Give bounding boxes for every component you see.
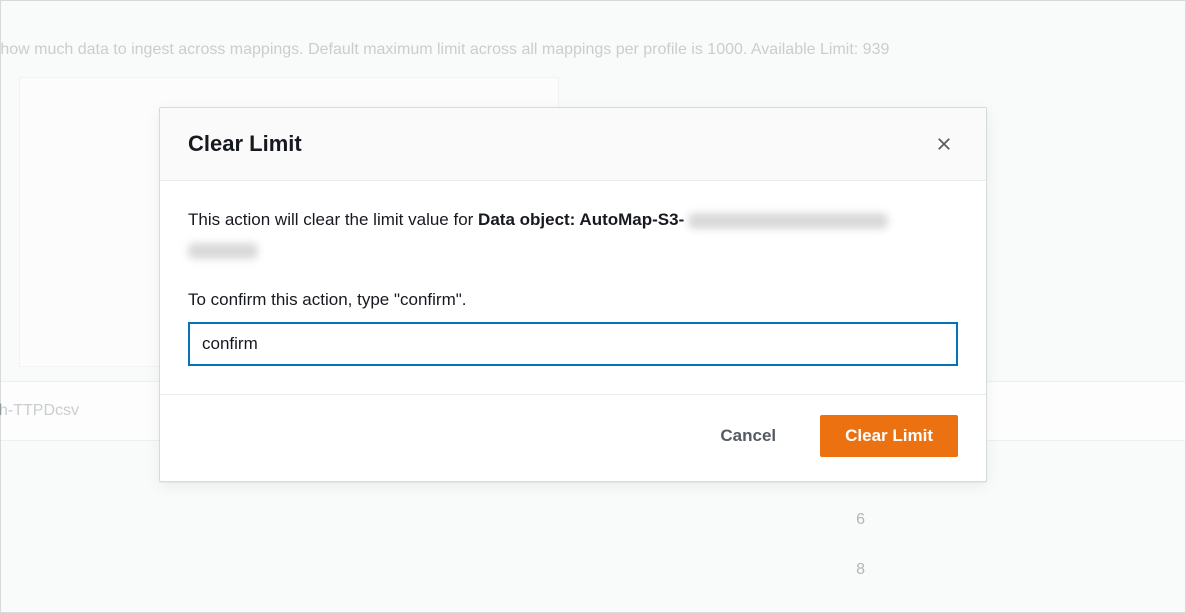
modal-footer: Cancel Clear Limit — [160, 394, 986, 481]
modal-body: This action will clear the limit value f… — [160, 181, 986, 394]
confirm-instruction: To confirm this action, type "confirm". — [188, 287, 958, 313]
cancel-button[interactable]: Cancel — [696, 416, 800, 456]
confirm-input[interactable] — [188, 322, 958, 366]
redacted-text-2 — [188, 243, 258, 259]
data-object-label: Data object: AutoMap-S3- — [478, 210, 684, 229]
clear-limit-button[interactable]: Clear Limit — [820, 415, 958, 457]
clear-limit-modal: Clear Limit This action will clear the l… — [159, 107, 987, 482]
modal-description: This action will clear the limit value f… — [188, 207, 958, 233]
close-button[interactable] — [930, 130, 958, 158]
close-icon — [935, 135, 953, 153]
modal-header: Clear Limit — [160, 108, 986, 181]
redacted-text-1 — [688, 213, 888, 229]
desc-prefix: This action will clear the limit value f… — [188, 210, 478, 229]
modal-title: Clear Limit — [188, 131, 302, 157]
